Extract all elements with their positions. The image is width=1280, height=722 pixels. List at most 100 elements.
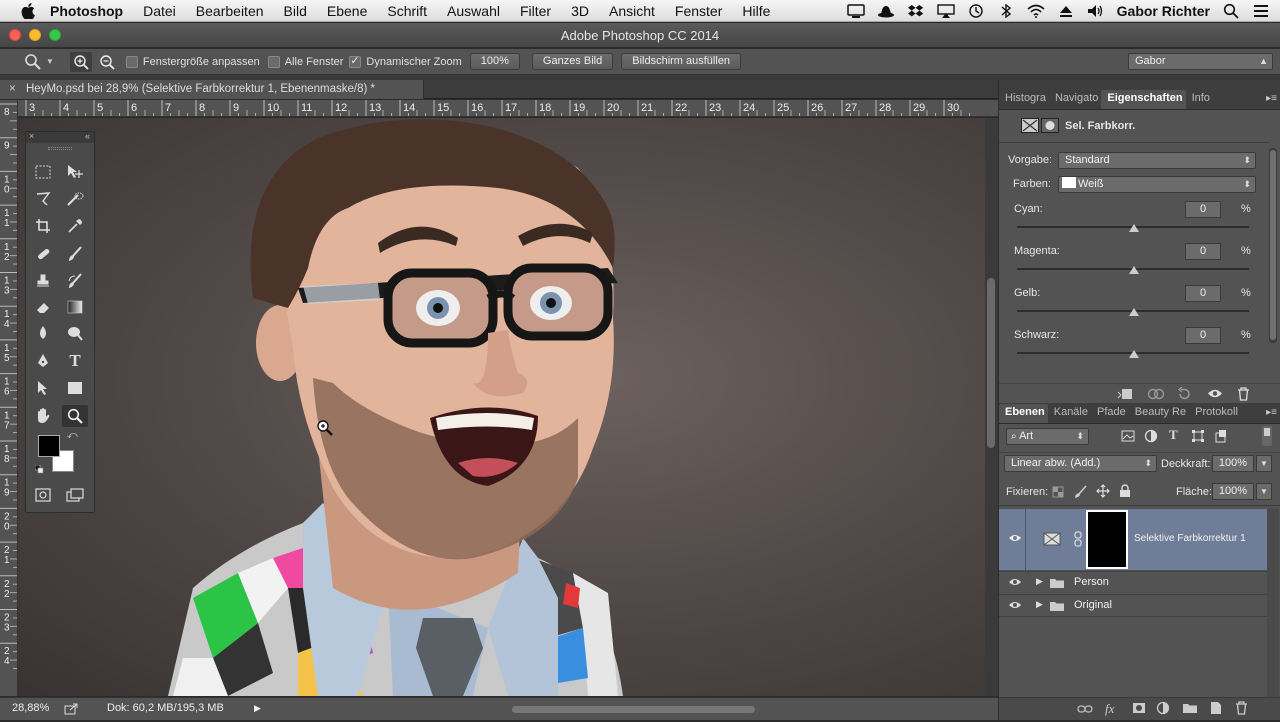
layer-row-person[interactable]: ▶ Person [999,571,1267,594]
new-group-icon[interactable] [1182,702,1198,717]
scrubby-zoom-checkbox[interactable] [349,54,362,68]
volume-icon[interactable] [1087,3,1105,19]
expand-group-icon[interactable]: ▶ [1036,599,1043,610]
clip-to-layer-icon[interactable] [1117,388,1133,403]
path-selection-tool-icon[interactable] [30,377,56,399]
document-tab[interactable]: × HeyMo.psd bei 28,9% (Selektive Farbkor… [0,80,424,99]
menu-ebene[interactable]: Ebene [327,3,367,19]
layer-name[interactable]: Selektive Farbkorrektur 1 [1134,533,1246,544]
horizontal-scroll-thumb[interactable] [512,706,755,713]
scrubby-zoom-option[interactable]: Dynamischer Zoom [349,54,462,68]
screen-mode-icon[interactable] [62,484,88,506]
default-colors-icon[interactable] [34,464,44,474]
cyan-value[interactable]: 0 [1185,201,1221,218]
lock-transparent-icon[interactable] [1052,486,1064,501]
eyedropper-tool-icon[interactable] [62,215,88,237]
layer-row-original[interactable]: ▶ Original [999,594,1267,617]
airplay-icon[interactable] [936,3,955,19]
bluetooth-icon[interactable] [997,3,1015,19]
link-layers-icon[interactable] [1077,703,1093,718]
new-adjustment-layer-icon[interactable] [1156,701,1170,718]
lock-position-icon[interactable] [1096,484,1110,501]
lock-pixels-icon[interactable] [1074,485,1088,502]
yellow-value[interactable]: 0 [1185,285,1221,302]
layer-row-selective-color[interactable]: Selektive Farbkorrektur 1 [999,509,1267,570]
fill-dropdown-icon[interactable]: ▼ [1256,483,1272,500]
yellow-slider-thumb[interactable] [1129,308,1139,316]
eject-icon[interactable] [1057,3,1075,19]
zoom-window-button[interactable] [49,29,61,41]
layer-link-icon[interactable] [1074,531,1082,550]
view-previous-state-icon[interactable] [1147,388,1165,403]
visibility-eye-icon[interactable] [1008,533,1024,545]
dodge-tool-icon[interactable] [62,322,88,344]
menu-datei[interactable]: Datei [143,3,176,19]
all-windows-option[interactable]: Alle Fenster [267,55,343,68]
opacity-dropdown-icon[interactable]: ▼ [1256,455,1272,472]
document-canvas[interactable] [18,118,985,696]
crop-tool-icon[interactable] [30,215,56,237]
collapse-tools-icon[interactable]: « [85,131,90,141]
lock-all-icon[interactable] [1119,484,1131,501]
layer-mask-thumbnail[interactable] [1086,510,1128,569]
filter-smart-object-icon[interactable] [1214,429,1228,446]
resize-windows-checkbox[interactable] [125,55,138,68]
dropbox-icon[interactable] [907,3,925,19]
close-document-icon[interactable]: × [9,80,16,99]
hat-icon[interactable] [877,3,895,19]
zoom-100-button[interactable]: 100% [469,53,520,70]
filter-shape-icon[interactable] [1191,429,1205,446]
wifi-icon[interactable] [1027,3,1045,19]
tab-history[interactable]: Protokoll [1189,404,1241,423]
blend-mode-select[interactable]: Linear abw. (Add.) ⬍ [1004,455,1157,472]
tab-info[interactable]: Info [1186,90,1213,109]
tab-paths[interactable]: Pfade [1091,404,1129,423]
vertical-scroll-thumb[interactable] [987,278,995,448]
fill-value[interactable]: 100% [1212,483,1254,500]
layer-name[interactable]: Person [1074,576,1109,588]
layer-filter-select[interactable]: ⌕ Art ⬍ [1006,428,1089,445]
healing-brush-tool-icon[interactable] [30,243,56,265]
tab-beauty-retouch[interactable]: Beauty Re [1129,404,1189,423]
gradient-tool-icon[interactable] [62,296,88,318]
filter-pixel-icon[interactable] [1121,430,1135,445]
clone-stamp-tool-icon[interactable] [30,270,56,292]
screen-icon[interactable] [846,3,865,19]
swap-colors-icon[interactable]: ⤺ [67,430,78,441]
fill-screen-button[interactable]: Bildschirm ausfüllen [621,53,742,70]
quick-selection-tool-icon[interactable] [62,188,88,210]
marquee-tool-icon[interactable] [30,161,56,183]
delete-adjustment-icon[interactable] [1237,387,1250,404]
reset-adjustments-icon[interactable] [1177,386,1191,404]
delete-layer-icon[interactable] [1235,701,1248,718]
menu-app[interactable]: Photoshop [50,3,123,19]
properties-scrollbar[interactable] [1269,148,1277,343]
visibility-eye-icon[interactable] [1008,577,1024,589]
resize-windows-option[interactable]: Fenstergröße anpassen [125,55,260,68]
blur-tool-icon[interactable] [30,322,56,344]
workspace-select[interactable]: Gabor ▲ [1128,53,1273,70]
hand-tool-icon[interactable] [30,405,56,427]
new-layer-icon[interactable] [1209,701,1222,718]
status-menu-arrow-icon[interactable]: ▶ [254,698,261,718]
filter-toggle[interactable] [1262,426,1272,446]
properties-panel-menu-icon[interactable]: ▸≡ [1266,93,1277,104]
tab-navigator[interactable]: Navigato [1049,90,1101,109]
mask-icon[interactable] [1041,118,1059,133]
export-icon[interactable] [64,702,78,722]
tab-layers[interactable]: Ebenen [999,404,1048,423]
pen-tool-icon[interactable] [30,350,56,372]
zoom-out-icon[interactable] [96,52,118,72]
menu-fenster[interactable]: Fenster [675,3,722,19]
rectangle-tool-icon[interactable] [62,377,88,399]
lasso-tool-icon[interactable] [30,188,56,210]
tab-histogram[interactable]: Histogra [999,90,1049,109]
layer-effects-icon[interactable]: fx [1105,701,1114,717]
layer-name[interactable]: Original [1074,599,1112,611]
add-mask-icon[interactable] [1132,702,1146,717]
quick-mask-icon[interactable] [30,484,56,506]
cyan-slider-thumb[interactable] [1129,224,1139,232]
tab-properties[interactable]: Eigenschaften [1101,90,1186,109]
search-icon[interactable] [1222,3,1240,19]
menu-3d[interactable]: 3D [571,3,589,19]
